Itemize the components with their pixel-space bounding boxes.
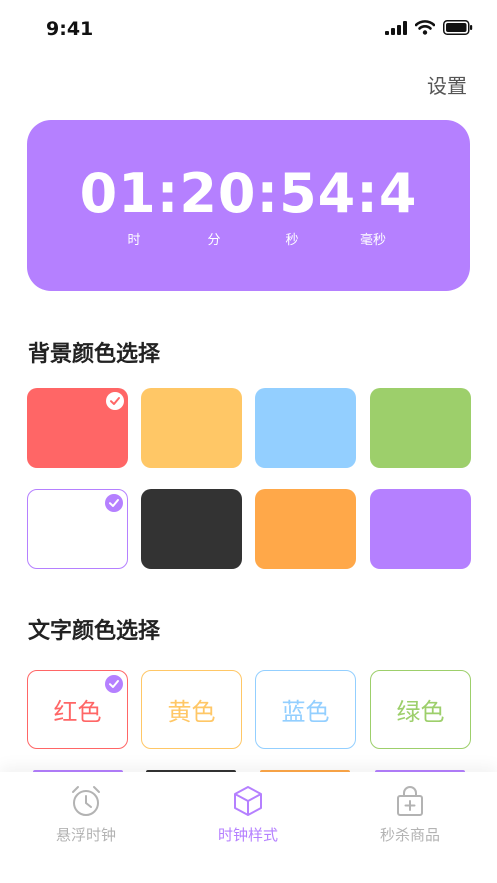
settings-button[interactable]: 设置 bbox=[427, 70, 467, 99]
status-icons bbox=[385, 20, 473, 35]
tab-label: 时钟样式 bbox=[217, 826, 278, 844]
tab-floating-clock[interactable]: 悬浮时钟 bbox=[26, 772, 146, 852]
tab-flash-sale[interactable]: 秒杀商品 bbox=[350, 772, 470, 852]
clock-unit-second: 秒 bbox=[285, 233, 299, 248]
check-icon bbox=[105, 675, 123, 693]
check-icon bbox=[106, 392, 124, 410]
wifi-icon bbox=[415, 20, 435, 35]
shopping-bag-icon bbox=[397, 786, 423, 816]
bg-swatch-black[interactable] bbox=[141, 489, 242, 569]
check-icon bbox=[105, 494, 123, 512]
text-color-label: 蓝色 bbox=[281, 698, 330, 726]
cube-icon bbox=[234, 786, 262, 816]
bg-swatch-green[interactable] bbox=[370, 388, 471, 468]
text-color-option-green[interactable]: 绿色 bbox=[370, 670, 471, 749]
text-color-option-blue[interactable]: 蓝色 bbox=[255, 670, 356, 749]
battery-icon bbox=[443, 20, 473, 35]
bg-swatch-red[interactable] bbox=[27, 388, 128, 468]
bg-swatch-orange[interactable] bbox=[255, 489, 356, 569]
clock-unit-hour: 时 bbox=[127, 233, 141, 248]
clock-unit-minute: 分 bbox=[207, 233, 221, 248]
bg-swatch-blue[interactable] bbox=[255, 388, 356, 468]
tab-clock-style[interactable]: 时钟样式 bbox=[188, 772, 308, 852]
tab-label: 悬浮时钟 bbox=[55, 826, 116, 844]
tab-label: 秒杀商品 bbox=[379, 826, 440, 844]
text-color-label: 黄色 bbox=[167, 698, 216, 726]
text-color-label: 绿色 bbox=[396, 698, 445, 726]
signal-icon bbox=[385, 20, 407, 35]
bg-swatch-white[interactable] bbox=[27, 489, 128, 569]
status-time: 9:41 bbox=[46, 18, 94, 40]
text-color-title: 文字颜色选择 bbox=[28, 619, 161, 644]
clock-display: 01:20:54:4 bbox=[79, 162, 418, 225]
text-color-option-yellow[interactable]: 黄色 bbox=[141, 670, 242, 749]
text-color-label: 红色 bbox=[53, 698, 102, 726]
background-color-title: 背景颜色选择 bbox=[28, 342, 161, 367]
status-bar: 9:41 bbox=[0, 0, 497, 60]
bg-swatch-yellow[interactable] bbox=[141, 388, 242, 468]
clock-unit-millisecond: 毫秒 bbox=[359, 233, 387, 248]
text-color-option-red[interactable]: 红色 bbox=[27, 670, 128, 749]
bg-swatch-purple[interactable] bbox=[370, 489, 471, 569]
tab-bar: 悬浮时钟 时钟样式 秒杀商品 bbox=[0, 772, 497, 883]
alarm-clock-icon bbox=[72, 786, 100, 816]
